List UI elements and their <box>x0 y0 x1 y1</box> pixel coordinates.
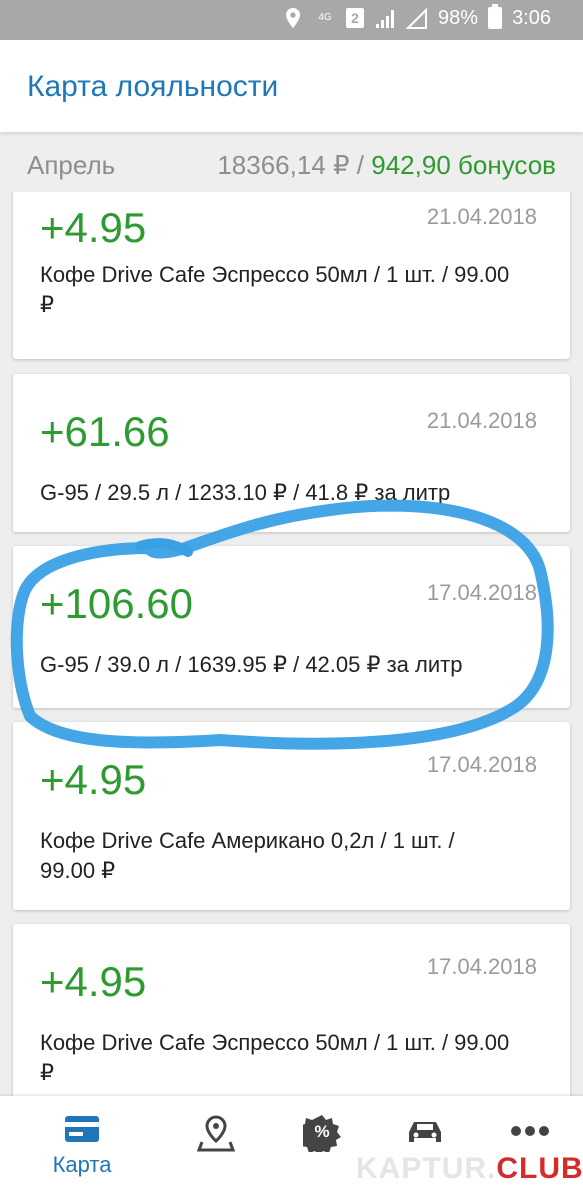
nav-more[interactable] <box>490 1114 570 1148</box>
monthly-summary: Апрель 18366,14 ₽ / 942,90 бонусов <box>0 132 583 192</box>
transaction-bonus: +4.95 <box>40 756 147 803</box>
transaction-description: G-95 / 29.5 л / 1233.10 ₽ / 41.8 ₽ за ли… <box>40 480 451 505</box>
nav-car-services[interactable] <box>385 1114 465 1148</box>
transaction-date: 17.04.2018 <box>426 580 537 605</box>
app-bar: Карта лояльности <box>0 40 583 132</box>
transaction-date: 17.04.2018 <box>426 954 537 979</box>
signal-icon <box>374 6 396 30</box>
transaction-date: 21.04.2018 <box>426 204 537 229</box>
map-pin-icon <box>197 1115 235 1152</box>
car-icon <box>409 1122 441 1142</box>
summary-month: Апрель <box>27 150 116 180</box>
summary-amount: 18366,14 ₽ <box>217 150 350 180</box>
discount-symbol: % <box>314 1122 330 1141</box>
signal-icon-2 <box>406 6 428 30</box>
summary-bonus: 942,90 бонусов <box>371 150 556 180</box>
transaction-bonus: +4.95 <box>40 204 147 251</box>
page-title: Карта лояльности <box>27 70 279 103</box>
transaction-date: 21.04.2018 <box>426 408 537 433</box>
transaction-bonus: +106.60 <box>40 580 193 627</box>
sim-slot-badge: 2 <box>346 8 365 28</box>
card-icon <box>65 1116 99 1142</box>
transaction-description: G-95 / 39.0 л / 1639.95 ₽ / 42.05 ₽ за л… <box>40 652 463 677</box>
transaction-card[interactable]: +4.95 21.04.2018 Кофе Drive Cafe Эспресс… <box>13 192 570 359</box>
summary-separator: / <box>356 150 365 180</box>
summary-totals: 18366,14 ₽ / 942,90 бонусов <box>217 150 556 181</box>
watermark: KAPTUR.CLUB <box>356 1152 583 1186</box>
more-icon <box>511 1126 549 1136</box>
nav-card-label: Карта <box>52 1152 112 1177</box>
watermark-main: KAPTUR. <box>356 1152 497 1185</box>
transaction-card[interactable]: +61.66 21.04.2018 G-95 / 29.5 л / 1233.1… <box>13 374 570 532</box>
nav-card[interactable]: Карта <box>42 1114 122 1178</box>
transaction-description: Кофе Drive Cafe Эспрессо 50мл / 1 шт. / … <box>40 262 510 317</box>
watermark-accent: CLUB <box>496 1152 583 1185</box>
transaction-list[interactable]: +4.95 21.04.2018 Кофе Drive Cafe Эспресс… <box>0 192 583 1096</box>
transaction-card[interactable]: +4.95 17.04.2018 Кофе Drive Cafe Эспресс… <box>13 924 570 1096</box>
location-icon <box>282 6 304 30</box>
transaction-date: 17.04.2018 <box>426 752 537 777</box>
transaction-description: Кофе Drive Cafe Американо 0,2л / 1 шт. /… <box>40 828 455 883</box>
transaction-bonus: +61.66 <box>40 408 170 455</box>
network-type-icon: 4G <box>318 12 332 23</box>
transaction-card[interactable]: +106.60 17.04.2018 G-95 / 39.0 л / 1639.… <box>13 546 570 708</box>
nav-map[interactable] <box>176 1114 256 1152</box>
nav-promotions[interactable]: % <box>282 1114 362 1152</box>
transaction-description: Кофе Drive Cafe Эспрессо 50мл / 1 шт. / … <box>40 1030 510 1085</box>
battery-percent: 98% <box>438 6 479 29</box>
status-bar: 4G 2 98% 3:06 <box>0 0 583 40</box>
transaction-card[interactable]: +4.95 17.04.2018 Кофе Drive Cafe Америка… <box>13 722 570 910</box>
transaction-bonus: +4.95 <box>40 958 147 1005</box>
clock: 3:06 <box>512 6 551 29</box>
discount-badge-icon: % <box>303 1114 341 1152</box>
battery-icon <box>488 4 503 29</box>
